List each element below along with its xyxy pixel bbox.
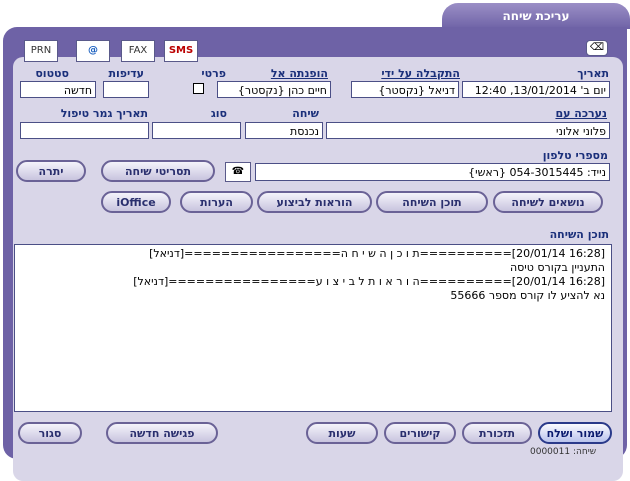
referred-to-field[interactable]: חיים כהן {נקסטר} <box>217 81 331 98</box>
hours-button[interactable]: שעות <box>306 422 378 444</box>
conducted-with-label[interactable]: נערכה עם <box>555 107 607 120</box>
phone-field[interactable]: נייד: 054-3015445 {ראשי} <box>255 163 610 181</box>
content-line <box>21 359 605 373</box>
conducted-with-field[interactable]: פלוני אלוני <box>326 122 610 139</box>
phone-dial-icon[interactable]: ☎ <box>225 162 251 182</box>
received-by-label[interactable]: התקבלה על ידי <box>381 67 460 80</box>
notes-button[interactable]: הערות <box>180 191 253 213</box>
call-label: שיחה <box>292 107 319 120</box>
balance-button[interactable]: יתרה <box>16 160 86 182</box>
ioffice-button[interactable]: iOffice <box>101 191 171 213</box>
call-topics-button[interactable]: נושאים לשיחה <box>493 191 603 213</box>
save-send-button[interactable]: שמור ושלח <box>538 422 612 444</box>
close-button[interactable]: סגור <box>18 422 82 444</box>
eraser-icon[interactable]: ⌫ <box>586 40 608 56</box>
window-tab-title: עריכת שיחה <box>442 3 630 29</box>
record-number: שיחה: 0000011 <box>530 447 597 457</box>
content-line <box>21 345 605 359</box>
instructions-button[interactable]: הוראות לביצוע <box>257 191 372 213</box>
call-scripts-button[interactable]: תסריטי שיחה <box>101 160 215 182</box>
private-label: פרטי <box>201 67 226 80</box>
print-icon[interactable]: PRN <box>24 40 58 62</box>
content-line: [16:28 20/01/14]==========ה ו ר א ו ת ל … <box>133 275 605 288</box>
call-content-button[interactable]: תוכן השיחה <box>376 191 488 213</box>
reminders-button[interactable]: תזכורת <box>462 422 532 444</box>
links-button[interactable]: קישורים <box>384 422 456 444</box>
treatment-end-field[interactable] <box>20 122 149 139</box>
private-checkbox[interactable] <box>193 83 204 94</box>
content-line: [16:28 20/01/14]==========ת ו כ ן ה ש י … <box>149 247 605 260</box>
date-label: תאריך <box>577 67 609 80</box>
status-field[interactable]: חדשה <box>20 81 96 98</box>
priority-field[interactable] <box>103 81 149 98</box>
content-line <box>21 331 605 345</box>
phones-label: מספרי טלפון <box>542 149 608 162</box>
priority-label: עדיפות <box>108 67 144 80</box>
treatment-end-label: תאריך גמר טיפול <box>60 107 148 120</box>
received-by-field[interactable]: דניאל {נקסטר} <box>351 81 459 98</box>
content-line <box>21 303 605 317</box>
type-label: סוג <box>210 107 227 120</box>
date-field[interactable]: יום ב' 13/01/2014, 12:40 <box>462 81 610 98</box>
sms-icon[interactable]: SMS <box>164 40 198 62</box>
content-line <box>21 317 605 331</box>
referred-to-label[interactable]: הופנתה אל <box>271 67 328 80</box>
call-direction-field[interactable]: נכנסת <box>245 122 323 139</box>
email-icon[interactable]: @ <box>76 40 110 62</box>
status-label: סטטוס <box>35 67 69 80</box>
content-label: תוכן השיחה <box>549 228 609 241</box>
type-field[interactable] <box>152 122 241 139</box>
content-line: התעניין בקורס טיסה <box>509 261 605 274</box>
call-content-textarea[interactable]: [16:28 20/01/14]==========ת ו כ ן ה ש י … <box>14 244 612 412</box>
content-line <box>21 373 605 387</box>
new-meeting-button[interactable]: פגישה חדשה <box>106 422 218 444</box>
fax-icon[interactable]: FAX <box>121 40 155 62</box>
content-line: נא להציע לו קורס מספר 55666 <box>450 289 605 302</box>
